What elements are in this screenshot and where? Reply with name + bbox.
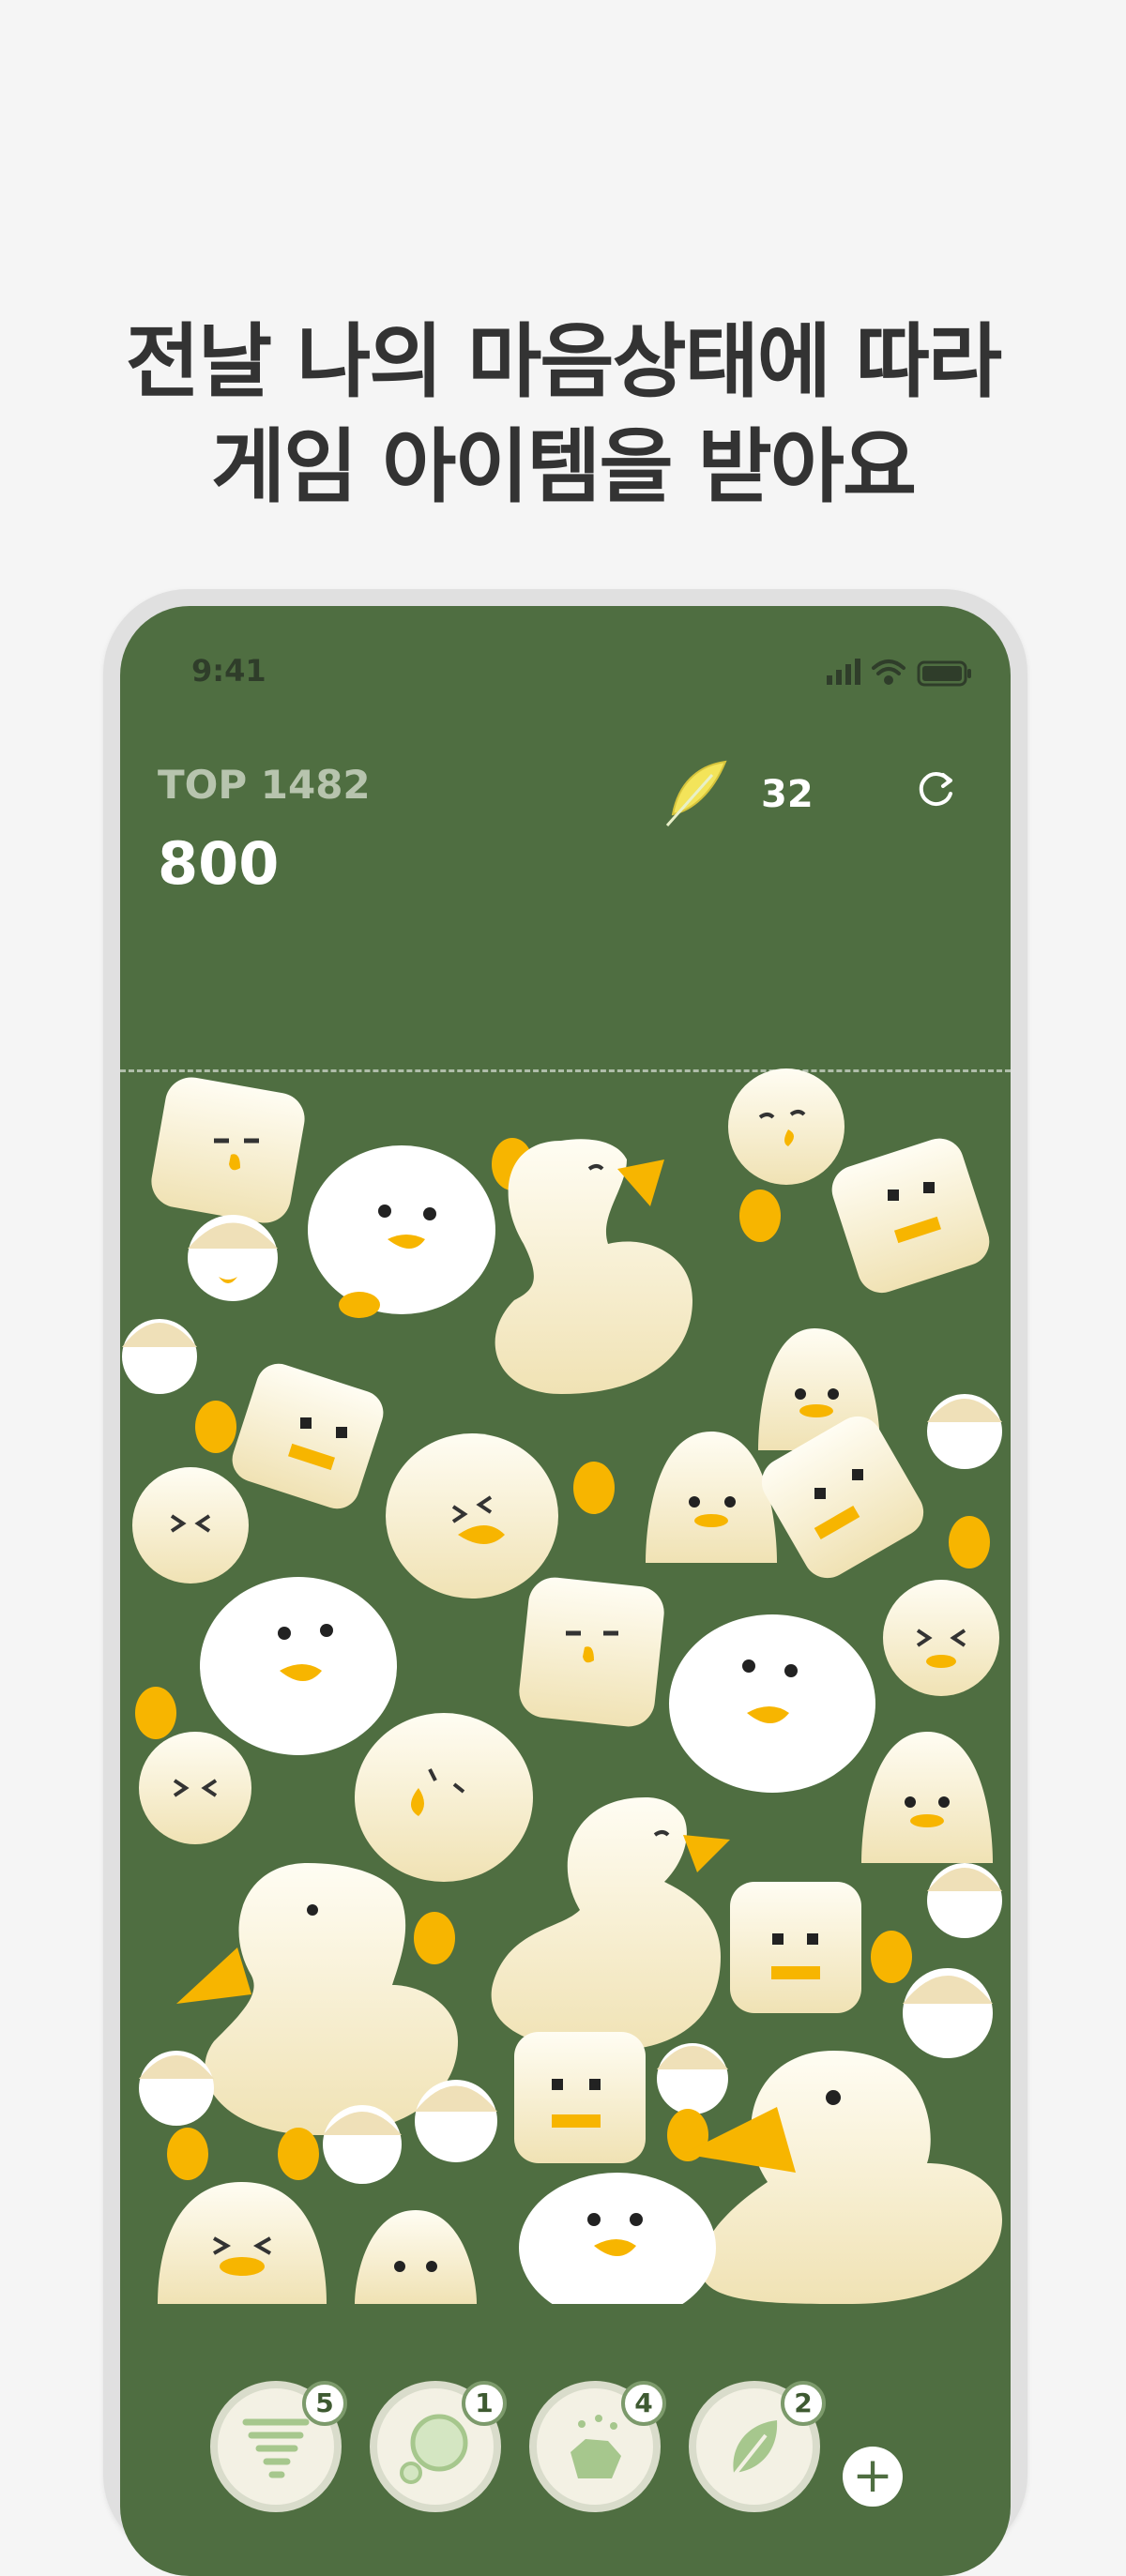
- game-screen: 9:41 TOP 1482 800 32 5 1 4 2 +: [120, 606, 1011, 2576]
- battery-icon: [917, 660, 971, 687]
- feather-count: 32: [761, 773, 814, 816]
- wifi-icon: [872, 659, 905, 685]
- top-rank: TOP 1482: [158, 762, 371, 808]
- headline-line-2: 게임 아이템을 받아요: [211, 420, 917, 514]
- hatchling: [415, 2080, 497, 2162]
- egg: [278, 2128, 319, 2180]
- white-duck: [308, 1145, 495, 1318]
- feather-icon: [665, 760, 727, 826]
- item-count-badge: 2: [781, 2381, 826, 2426]
- round-chick: [139, 1732, 251, 1844]
- swan: [491, 1797, 730, 2051]
- hatchling: [903, 1968, 993, 2058]
- hatchling: [927, 1394, 1002, 1469]
- headline: 전날 나의 마음상태에 따라 게임 아이템을 받아요: [0, 310, 1126, 520]
- square-chick: [831, 1138, 990, 1294]
- tornado-icon: [242, 2418, 310, 2478]
- pear-chick: [355, 2210, 477, 2304]
- pear-chick: [861, 1732, 993, 1863]
- egg: [739, 1190, 781, 1242]
- hatchling: [657, 2043, 728, 2114]
- square-chick: [514, 2032, 646, 2163]
- round-chick: [728, 1068, 844, 1185]
- square-chick: [730, 1882, 861, 2013]
- status-time: 9:41: [191, 653, 266, 689]
- round-chick: [132, 1467, 249, 1583]
- item-count-badge: 5: [302, 2381, 347, 2426]
- headline-line-1: 전날 나의 마음상태에 따라: [125, 315, 1002, 409]
- egg: [949, 1516, 990, 1568]
- character-pile: [122, 1068, 1002, 2304]
- hatchling: [122, 1319, 197, 1394]
- status-icons: [827, 659, 971, 687]
- item-count-badge: 1: [462, 2381, 507, 2426]
- hatchling: [139, 2051, 214, 2126]
- round-chick: [158, 2182, 327, 2304]
- item-bubble-button[interactable]: 1: [370, 2381, 507, 2512]
- egg: [871, 1931, 912, 1983]
- hatchling: [323, 2105, 402, 2184]
- add-item-button[interactable]: +: [843, 2447, 903, 2507]
- score: 800: [158, 829, 280, 898]
- white-duck: [519, 2173, 716, 2304]
- hatchling: [188, 1215, 278, 1301]
- white-duck: [135, 1577, 397, 1755]
- swan: [683, 2051, 1002, 2304]
- bubble-icon: [400, 2414, 468, 2484]
- swan: [495, 1139, 692, 1394]
- leaf-icon: [728, 2420, 778, 2482]
- item-tornado-button[interactable]: 5: [210, 2381, 347, 2512]
- egg: [414, 1912, 455, 1964]
- hatchling: [927, 1863, 1002, 1938]
- items-bar: 5 1 4 2 +: [120, 2332, 1011, 2576]
- item-leaf-button[interactable]: 2: [689, 2381, 826, 2512]
- egg: [195, 1401, 236, 1453]
- egg: [573, 1462, 615, 1514]
- white-duck: [669, 1614, 875, 1793]
- item-count-badge: 4: [621, 2381, 666, 2426]
- swan: [176, 1863, 458, 2135]
- round-duck: [386, 1433, 558, 1599]
- round-chick: [883, 1580, 999, 1696]
- refresh-icon[interactable]: [913, 767, 960, 814]
- round-duck: [355, 1713, 533, 1882]
- square-chick: [151, 1077, 305, 1223]
- item-stone-button[interactable]: 4: [529, 2381, 666, 2512]
- egg: [167, 2128, 208, 2180]
- square-chick: [519, 1577, 664, 1727]
- pear-chick: [646, 1432, 777, 1563]
- stone-icon: [571, 2415, 621, 2478]
- square-chick: [232, 1363, 384, 1509]
- signal-icon: [827, 659, 860, 685]
